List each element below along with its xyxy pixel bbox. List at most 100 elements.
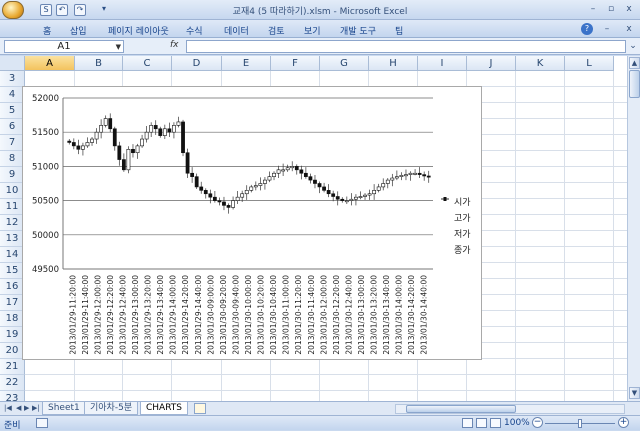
column-header-d[interactable]: D	[172, 56, 222, 71]
column-header-c[interactable]: C	[123, 56, 172, 71]
name-box[interactable]: A1 ▼	[4, 40, 124, 53]
column-header-j[interactable]: J	[467, 56, 516, 71]
candle-body	[267, 176, 272, 181]
tab-formulas[interactable]: 수식	[186, 24, 203, 37]
macro-record-icon[interactable]	[36, 418, 48, 428]
column-header-e[interactable]: E	[222, 56, 271, 71]
candle-body	[426, 175, 431, 178]
tab-review[interactable]: 검토	[268, 24, 285, 37]
row-header-22[interactable]: 22	[0, 375, 25, 391]
ribbon-minimize-button[interactable]: –	[600, 23, 614, 35]
column-header-g[interactable]: G	[320, 56, 369, 71]
candle-body	[94, 131, 99, 140]
grid-row-line	[25, 390, 627, 391]
prev-sheet-icon[interactable]: ◀	[16, 404, 21, 412]
legend-high: 고가	[454, 214, 471, 224]
candle-body	[153, 125, 158, 130]
tab-home[interactable]: 홈	[43, 24, 51, 37]
candle-body	[90, 138, 94, 143]
row-header-23[interactable]: 23	[0, 391, 25, 401]
x-tick-label: 2013/01/29-12:00:00	[93, 275, 102, 355]
insert-sheet-icon[interactable]	[194, 403, 206, 414]
y-tick-label: 51500	[32, 128, 59, 138]
help-icon[interactable]: ?	[581, 23, 593, 35]
next-sheet-icon[interactable]: ▶	[24, 404, 29, 412]
candle-body	[117, 145, 122, 160]
minimize-button[interactable]: –	[586, 3, 600, 15]
sheet-tab-kia[interactable]: 기아차-5분	[84, 402, 139, 415]
page-layout-view-icon[interactable]	[476, 418, 487, 428]
candle-body	[372, 190, 377, 195]
normal-view-icon[interactable]	[462, 418, 473, 428]
x-tick-label: 2013/01/30-12:00:00	[319, 275, 328, 355]
candlestick-chart[interactable]: 52000 51500 51000 50500 50000 49500 2013/01/29…	[22, 86, 482, 360]
candle-body	[308, 176, 313, 181]
candle-body	[313, 179, 317, 184]
row-header-3[interactable]: 3	[0, 71, 25, 87]
x-tick-label: 2013/01/29-12:20:00	[106, 275, 115, 355]
zoom-slider-knob[interactable]	[578, 419, 582, 428]
last-sheet-icon[interactable]: ▶|	[32, 404, 40, 412]
scroll-thumb[interactable]	[629, 70, 640, 98]
column-header-a[interactable]: A	[25, 56, 75, 71]
tab-insert[interactable]: 삽입	[70, 24, 87, 37]
formula-input[interactable]	[186, 40, 626, 53]
column-header-l[interactable]: L	[565, 56, 614, 71]
page-break-view-icon[interactable]	[490, 418, 501, 428]
close-button[interactable]: x	[622, 3, 636, 15]
x-tick-label: 2013/01/30-13:40:00	[382, 275, 391, 355]
x-tick-label: 2013/01/30-10:40:00	[269, 275, 278, 355]
x-tick-label: 2013/01/30-12:40:00	[344, 275, 353, 355]
row-header-21[interactable]: 21	[0, 359, 25, 375]
zoom-out-button[interactable]: −	[532, 417, 543, 428]
zoom-in-button[interactable]: +	[618, 417, 629, 428]
x-tick-label: 2013/01/29-14:20:00	[181, 275, 190, 355]
x-tick-label: 2013/01/30-09:00:00	[206, 275, 215, 355]
vertical-scrollbar[interactable]: ▲ ▼	[627, 56, 640, 401]
candle-body	[354, 196, 358, 200]
candle-body	[276, 169, 281, 174]
sheet-tab-sheet1[interactable]: Sheet1	[42, 402, 86, 415]
candle-body	[413, 172, 417, 175]
grid-row-line	[25, 374, 627, 375]
candle-body	[358, 196, 363, 198]
select-all-corner[interactable]	[0, 56, 25, 71]
first-sheet-icon[interactable]: |◀	[4, 404, 12, 412]
zoom-level[interactable]: 100%	[504, 418, 530, 428]
legend-low: 저가	[454, 230, 471, 240]
h-scroll-thumb[interactable]	[406, 405, 516, 413]
expand-formula-icon[interactable]: ⌄	[626, 40, 640, 52]
column-header-i[interactable]: I	[418, 56, 467, 71]
candle-body	[272, 172, 276, 177]
tab-data[interactable]: 데이터	[224, 24, 249, 37]
tab-page-layout[interactable]: 페이지 레이아웃	[108, 24, 169, 37]
x-tick-label: 2013/01/30-09:40:00	[231, 275, 240, 355]
tab-view[interactable]: 보기	[304, 24, 321, 37]
candle-body	[281, 169, 286, 172]
grid-column-line	[515, 71, 516, 401]
restore-button[interactable]: ▫	[604, 3, 618, 15]
column-header-f[interactable]: F	[271, 56, 320, 71]
candle-body	[394, 176, 399, 179]
column-header-k[interactable]: K	[516, 56, 565, 71]
sheet-tab-charts[interactable]: CHARTS	[140, 402, 189, 415]
ribbon-close-button[interactable]: x	[622, 23, 636, 35]
candle-body	[185, 152, 190, 174]
candle-body	[76, 145, 81, 150]
column-header-b[interactable]: B	[75, 56, 123, 71]
x-tick-label: 2013/01/30-11:40:00	[307, 275, 316, 355]
candle-body	[126, 148, 131, 171]
scroll-down-icon[interactable]: ▼	[629, 387, 640, 399]
candle-body	[340, 198, 345, 201]
candle-body	[99, 125, 104, 133]
column-header-h[interactable]: H	[369, 56, 418, 71]
tab-developer[interactable]: 개발 도구	[340, 24, 376, 37]
x-tick-label: 2013/01/29-13:40:00	[156, 275, 165, 355]
scroll-up-icon[interactable]: ▲	[629, 57, 640, 69]
horizontal-scrollbar[interactable]	[395, 404, 625, 414]
chevron-down-icon[interactable]: ▼	[116, 41, 121, 53]
status-ready: 준비	[4, 421, 21, 431]
fx-icon[interactable]: fx	[170, 40, 179, 50]
tab-tips[interactable]: 팁	[395, 24, 403, 37]
worksheet-grid[interactable]: ABCDEFGHIJKL 3 4 5 6 7 8 9 10 11 12 13 14 15 16 17 18 19…	[0, 56, 627, 401]
